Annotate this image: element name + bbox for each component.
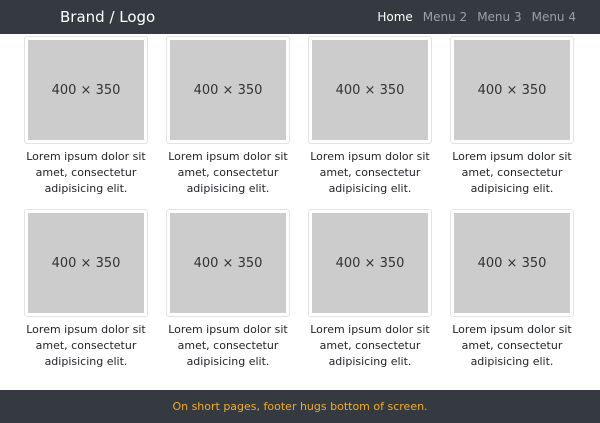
- brand-logo[interactable]: Brand / Logo: [60, 0, 155, 34]
- image-thumbnail: 400 × 350: [24, 209, 148, 317]
- nav-item-menu-4[interactable]: Menu 4: [532, 10, 576, 24]
- card-caption: Lorem ipsum dolor sit amet, consectetur …: [452, 323, 572, 368]
- card-caption: Lorem ipsum dolor sit amet, consectetur …: [310, 323, 430, 368]
- card: 400 × 350 Lorem ipsum dolor sit amet, co…: [450, 209, 574, 376]
- image-thumbnail: 400 × 350: [24, 36, 148, 144]
- navbar: Brand / Logo Home Menu 2 Menu 3 Menu 4: [0, 0, 600, 34]
- card-caption: Lorem ipsum dolor sit amet, consectetur …: [452, 150, 572, 195]
- image-thumbnail: 400 × 350: [308, 36, 432, 144]
- card: 400 × 350 Lorem ipsum dolor sit amet, co…: [450, 36, 574, 203]
- image-thumbnail: 400 × 350: [166, 209, 290, 317]
- card: 400 × 350 Lorem ipsum dolor sit amet, co…: [308, 36, 432, 203]
- image-thumbnail: 400 × 350: [450, 209, 574, 317]
- nav-item-home[interactable]: Home: [377, 10, 412, 24]
- card-caption: Lorem ipsum dolor sit amet, consectetur …: [168, 150, 288, 195]
- image-placeholder: 400 × 350: [312, 213, 428, 313]
- main-nav: Home Menu 2 Menu 3 Menu 4: [377, 0, 576, 34]
- footer-text: On short pages, footer hugs bottom of sc…: [172, 400, 428, 413]
- image-placeholder: 400 × 350: [454, 213, 570, 313]
- card: 400 × 350 Lorem ipsum dolor sit amet, co…: [308, 209, 432, 376]
- image-thumbnail: 400 × 350: [166, 36, 290, 144]
- nav-item-menu-2[interactable]: Menu 2: [423, 10, 467, 24]
- image-thumbnail: 400 × 350: [450, 36, 574, 144]
- card-caption: Lorem ipsum dolor sit amet, consectetur …: [168, 323, 288, 368]
- nav-item-menu-3[interactable]: Menu 3: [477, 10, 521, 24]
- footer: On short pages, footer hugs bottom of sc…: [0, 390, 600, 423]
- image-placeholder: 400 × 350: [28, 213, 144, 313]
- image-placeholder: 400 × 350: [312, 40, 428, 140]
- card: 400 × 350 Lorem ipsum dolor sit amet, co…: [24, 209, 148, 376]
- card-grid: 400 × 350 Lorem ipsum dolor sit amet, co…: [24, 36, 578, 376]
- card-caption: Lorem ipsum dolor sit amet, consectetur …: [26, 150, 146, 195]
- image-placeholder: 400 × 350: [170, 40, 286, 140]
- image-placeholder: 400 × 350: [170, 213, 286, 313]
- image-thumbnail: 400 × 350: [308, 209, 432, 317]
- card: 400 × 350 Lorem ipsum dolor sit amet, co…: [24, 36, 148, 203]
- card: 400 × 350 Lorem ipsum dolor sit amet, co…: [166, 209, 290, 376]
- card: 400 × 350 Lorem ipsum dolor sit amet, co…: [166, 36, 290, 203]
- image-placeholder: 400 × 350: [454, 40, 570, 140]
- card-caption: Lorem ipsum dolor sit amet, consectetur …: [310, 150, 430, 195]
- card-caption: Lorem ipsum dolor sit amet, consectetur …: [26, 323, 146, 368]
- image-placeholder: 400 × 350: [28, 40, 144, 140]
